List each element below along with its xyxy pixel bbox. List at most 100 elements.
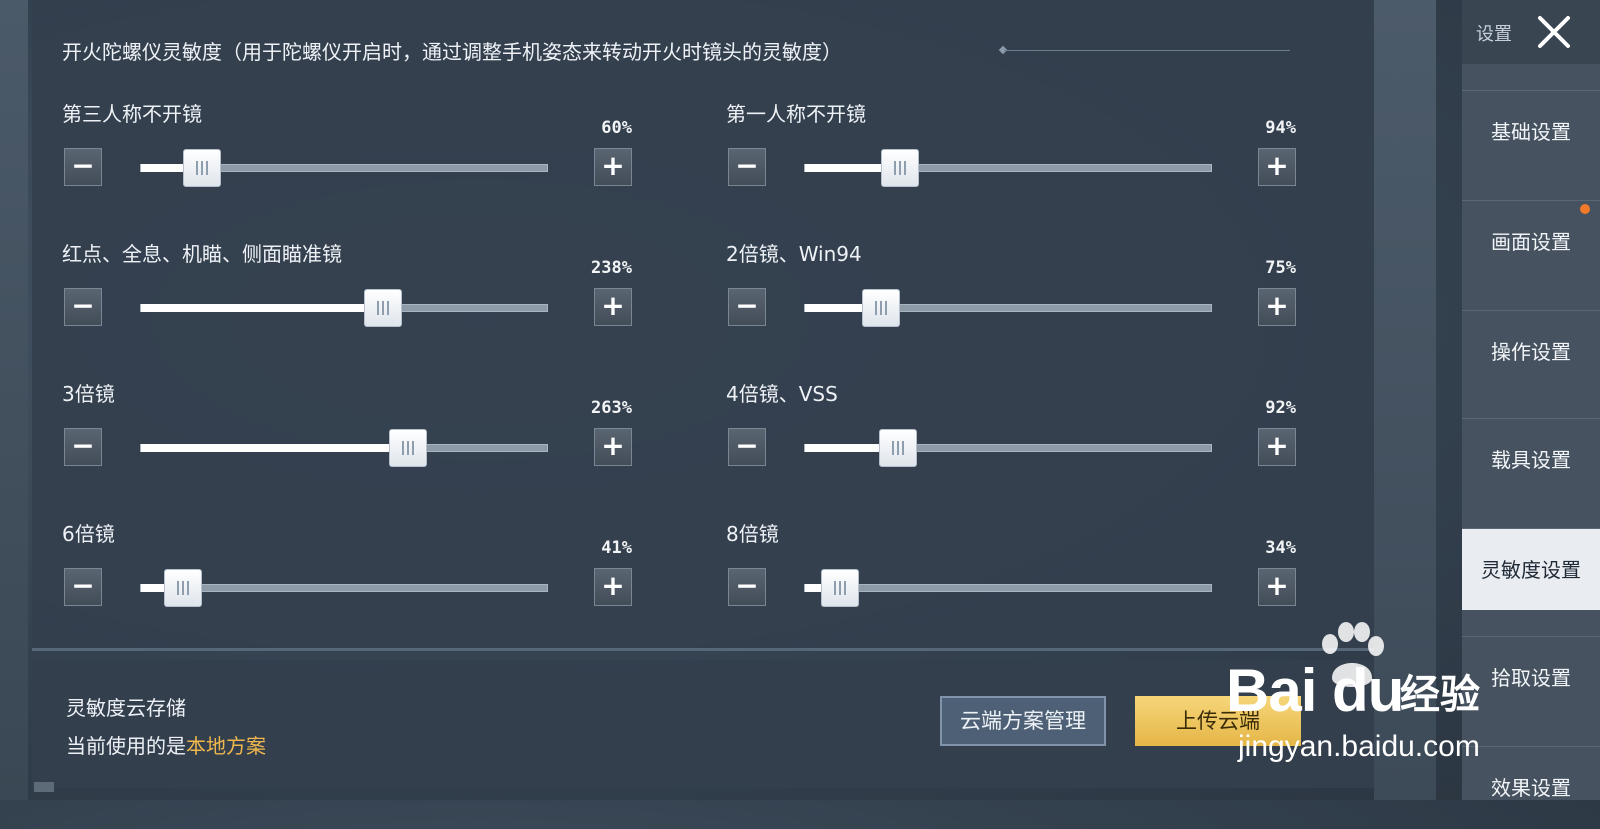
thumb-grip <box>402 441 404 455</box>
increase-button[interactable]: + <box>1258 148 1296 186</box>
setting-label: 4倍镜、VSS <box>726 382 838 406</box>
thumb-grip <box>902 441 904 455</box>
setting-label: 第一人称不开镜 <box>726 102 866 126</box>
slider-thumb[interactable] <box>164 569 202 607</box>
setting-red-dot-holo-iron: 红点、全息、机瞄、侧面瞄准镜 238% − + <box>62 238 632 358</box>
decrease-button[interactable]: − <box>64 288 102 326</box>
setting-label: 第三人称不开镜 <box>62 102 202 126</box>
sidebar-title: 设置 <box>1476 24 1512 45</box>
current-plan: 本地方案 <box>186 734 266 758</box>
background-edge-left <box>0 0 28 800</box>
scroll-indicator <box>34 782 54 792</box>
setting-value: 94% <box>1265 118 1296 138</box>
increase-button[interactable]: + <box>1258 568 1296 606</box>
decrease-button[interactable]: − <box>728 568 766 606</box>
section-title: 开火陀螺仪灵敏度（用于陀螺仪开启时，通过调整手机姿态来转动开火时镜头的灵敏度） <box>62 40 842 64</box>
increase-button[interactable]: + <box>1258 288 1296 326</box>
thumb-grip <box>885 301 887 315</box>
slider-track[interactable] <box>804 429 1212 467</box>
sidebar-item-pickup[interactable]: 拾取设置 <box>1462 636 1600 718</box>
thumb-grip <box>897 441 899 455</box>
slider-thumb[interactable] <box>364 289 402 327</box>
increase-button[interactable]: + <box>594 568 632 606</box>
sidebar-item-vehicle[interactable]: 载具设置 <box>1462 418 1600 500</box>
sidebar-item-basic[interactable]: 基础设置 <box>1462 90 1600 172</box>
decrease-button[interactable]: − <box>728 288 766 326</box>
setting-first-person-no-scope: 第一人称不开镜 94% − + <box>726 98 1296 218</box>
cloud-storage-title: 灵敏度云存储 <box>66 696 186 720</box>
slider-track[interactable] <box>140 149 548 187</box>
watermark-brand: Bai du <box>1226 657 1404 724</box>
thumb-grip <box>187 581 189 595</box>
slider-thumb[interactable] <box>879 429 917 467</box>
increase-button[interactable]: + <box>594 428 632 466</box>
thumb-grip <box>894 161 896 175</box>
setting-2x-win94: 2倍镜、Win94 75% − + <box>726 238 1296 358</box>
slider-thumb[interactable] <box>183 149 221 187</box>
thumb-grip <box>387 301 389 315</box>
decrease-button[interactable]: − <box>728 428 766 466</box>
thumb-grip <box>377 301 379 315</box>
status-prefix: 当前使用的是 <box>66 734 186 758</box>
notification-dot <box>1580 204 1590 214</box>
increase-button[interactable]: + <box>594 288 632 326</box>
setting-8x-scope: 8倍镜 34% − + <box>726 518 1296 638</box>
watermark-product: 经验 <box>1400 672 1480 718</box>
thumb-grip <box>177 581 179 595</box>
setting-3x-scope: 3倍镜 263% − + <box>62 378 632 498</box>
cloud-storage-status: 当前使用的是本地方案 <box>66 730 266 759</box>
slider-thumb[interactable] <box>862 289 900 327</box>
cloud-plan-manage-button[interactable]: 云端方案管理 <box>940 696 1106 746</box>
increase-button[interactable]: + <box>594 148 632 186</box>
slider-thumb[interactable] <box>389 429 427 467</box>
thumb-grip <box>206 161 208 175</box>
setting-value: 75% <box>1265 258 1296 278</box>
watermark-url: jingyan.baidu.com <box>1238 730 1480 763</box>
thumb-grip <box>880 301 882 315</box>
increase-button[interactable]: + <box>1258 428 1296 466</box>
setting-value: 41% <box>601 538 632 558</box>
setting-value: 92% <box>1265 398 1296 418</box>
decrease-button[interactable]: − <box>728 148 766 186</box>
slider-track[interactable] <box>804 149 1212 187</box>
thumb-grip <box>382 301 384 315</box>
sidebar-item-controls[interactable]: 操作设置 <box>1462 310 1600 392</box>
thumb-grip <box>892 441 894 455</box>
thumb-grip <box>182 581 184 595</box>
slider-fill <box>141 304 383 312</box>
slider-track[interactable] <box>804 569 1212 607</box>
thumb-grip <box>412 441 414 455</box>
decrease-button[interactable]: − <box>64 148 102 186</box>
setting-value: 34% <box>1265 538 1296 558</box>
thumb-grip <box>196 161 198 175</box>
decrease-button[interactable]: − <box>64 568 102 606</box>
sidebar-item-graphics[interactable]: 画面设置 <box>1462 200 1600 282</box>
close-button[interactable] <box>1532 10 1576 54</box>
setting-value: 263% <box>591 398 632 418</box>
setting-label: 6倍镜 <box>62 522 115 546</box>
setting-label: 3倍镜 <box>62 382 115 406</box>
decrease-button[interactable]: − <box>64 428 102 466</box>
thumb-grip <box>904 161 906 175</box>
thumb-grip <box>201 161 203 175</box>
slider-thumb[interactable] <box>881 149 919 187</box>
setting-4x-vss: 4倍镜、VSS 92% − + <box>726 378 1296 498</box>
setting-label: 8倍镜 <box>726 522 779 546</box>
slider-track[interactable] <box>140 289 548 327</box>
thumb-grip <box>875 301 877 315</box>
close-icon <box>1538 16 1570 48</box>
slider-track[interactable] <box>804 289 1212 327</box>
slider-thumb[interactable] <box>821 569 859 607</box>
slider-track[interactable] <box>140 429 548 467</box>
setting-6x-scope: 6倍镜 41% − + <box>62 518 632 638</box>
thumb-grip <box>899 161 901 175</box>
setting-label: 红点、全息、机瞄、侧面瞄准镜 <box>62 242 342 266</box>
setting-third-person-no-scope: 第三人称不开镜 60% − + <box>62 98 632 218</box>
sidebar-item-sensitivity[interactable]: 灵敏度设置 <box>1462 528 1600 610</box>
setting-value: 60% <box>601 118 632 138</box>
sidebar-item-effects[interactable]: 效果设置 <box>1462 746 1600 828</box>
slider-track[interactable] <box>140 569 548 607</box>
thumb-grip <box>839 581 841 595</box>
thumb-grip <box>844 581 846 595</box>
thumb-grip <box>834 581 836 595</box>
